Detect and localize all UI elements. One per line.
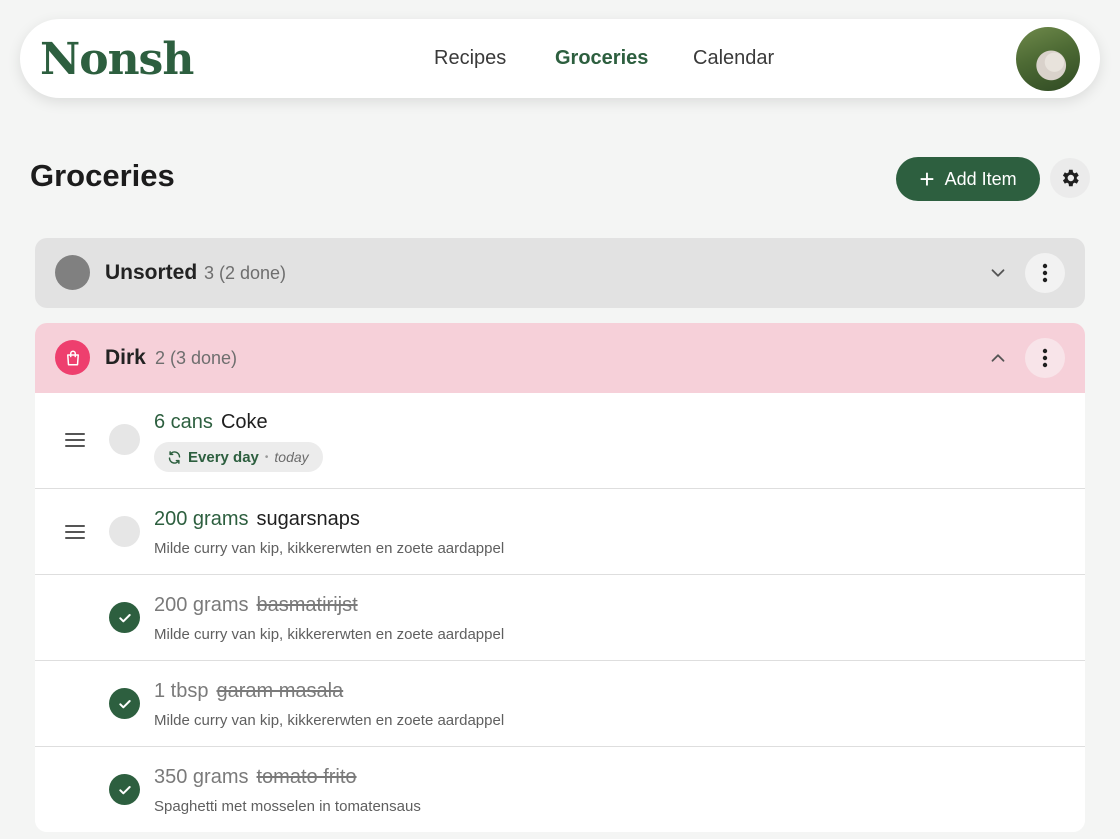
list-item[interactable]: 350 grams tomato frito Spaghetti met moss… — [35, 746, 1085, 832]
gear-icon — [1062, 169, 1079, 187]
group-name: Unsorted — [105, 261, 198, 284]
item-recipe-note: Spaghetti met mosselen in tomatensaus — [154, 798, 421, 815]
item-recipe-note: Milde curry van kip, kikkererwten en zoe… — [154, 626, 505, 643]
nav-calendar[interactable]: Calendar — [693, 47, 774, 70]
item-name: tomato frito — [256, 766, 357, 788]
item-recipe-note: Milde curry van kip, kikkererwten en zoe… — [154, 712, 505, 729]
item-quantity: 1 tbsp — [154, 680, 209, 702]
group-count: 3 (2 done) — [204, 263, 287, 283]
group-more-button[interactable] — [1025, 253, 1065, 293]
item-checkbox[interactable] — [109, 424, 140, 455]
more-vertical-icon — [1042, 263, 1048, 283]
item-quantity: 6 cans — [154, 411, 213, 433]
group-unsorted: Unsorted 3 (2 done) — [35, 238, 1085, 308]
more-vertical-icon — [1042, 348, 1048, 368]
item-checkbox[interactable] — [109, 516, 140, 547]
page-title: Groceries — [30, 158, 175, 193]
user-avatar[interactable] — [1016, 27, 1080, 91]
check-icon — [118, 613, 131, 622]
drag-handle-icon[interactable] — [65, 432, 85, 448]
item-recipe-note: Milde curry van kip, kikkererwten en zoe… — [154, 540, 505, 557]
item-name: sugarsnaps — [256, 508, 360, 530]
item-title: 6 cans Coke — [154, 411, 268, 434]
item-checkbox[interactable] — [109, 774, 140, 805]
group-name: Dirk — [105, 346, 146, 369]
nonsh-logo[interactable]: Nonsh — [40, 35, 194, 85]
list-item[interactable]: 200 grams sugarsnaps Milde curry van kip,… — [35, 488, 1085, 574]
group-unsorted-header[interactable]: Unsorted 3 (2 done) — [35, 238, 1085, 308]
list-item[interactable]: 6 cans Coke Every day • today — [35, 393, 1085, 488]
group-count: 2 (3 done) — [155, 348, 238, 368]
item-title: 200 grams sugarsnaps — [154, 508, 360, 531]
item-quantity: 200 grams — [154, 508, 249, 530]
group-more-button[interactable] — [1025, 338, 1065, 378]
plus-icon: + — [919, 164, 935, 194]
group-dirk: Dirk 2 (3 done) 6 cans Coke Every day • … — [35, 323, 1085, 832]
nav-recipes[interactable]: Recipes — [434, 47, 506, 70]
item-checkbox[interactable] — [109, 602, 140, 633]
item-name: Coke — [220, 411, 268, 433]
shopping-bag-icon — [66, 350, 79, 365]
recurrence-when: today — [274, 449, 309, 465]
item-quantity: 350 grams — [154, 766, 249, 788]
add-item-label: Add Item — [944, 168, 1017, 189]
top-navigation-bar: Nonsh Recipes Groceries Calendar — [20, 19, 1100, 98]
group-dirk-header[interactable]: Dirk 2 (3 done) — [35, 323, 1085, 393]
item-title: 1 tbsp garam masala — [154, 680, 343, 703]
grocery-list: 6 cans Coke Every day • today 200 grams su… — [35, 393, 1085, 832]
group-color-dot — [55, 255, 90, 290]
item-quantity: 200 grams — [154, 594, 249, 616]
item-checkbox[interactable] — [109, 688, 140, 719]
nav-groceries[interactable]: Groceries — [555, 47, 648, 70]
repeat-icon — [168, 450, 181, 464]
item-title: 200 grams basmatirijst — [154, 594, 358, 617]
drag-handle-icon[interactable] — [65, 524, 85, 540]
group-color-dot — [55, 340, 90, 375]
recurrence-label: Every day — [188, 448, 259, 466]
item-title: 350 grams tomato frito — [154, 766, 357, 789]
check-icon — [118, 699, 131, 708]
separator-dot: • — [264, 451, 269, 463]
item-name: basmatirijst — [256, 594, 358, 616]
recurring-badge[interactable]: Every day • today — [154, 442, 323, 472]
settings-button[interactable] — [1050, 158, 1090, 198]
chevron-up-icon[interactable] — [987, 347, 1009, 369]
list-item[interactable]: 1 tbsp garam masala Milde curry van kip, … — [35, 660, 1085, 746]
add-item-button[interactable]: + Add Item — [896, 157, 1040, 201]
chevron-down-icon[interactable] — [987, 262, 1009, 284]
item-name: garam masala — [216, 680, 344, 702]
list-item[interactable]: 200 grams basmatirijst Milde curry van ki… — [35, 574, 1085, 660]
check-icon — [118, 785, 131, 794]
